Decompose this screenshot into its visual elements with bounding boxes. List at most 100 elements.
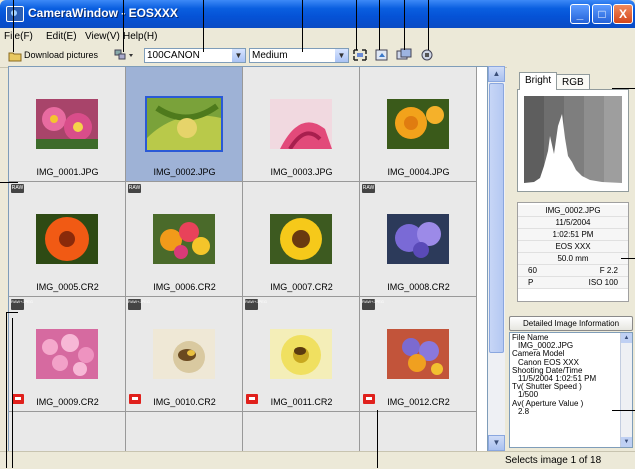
thumbnail-image bbox=[270, 214, 332, 264]
thumbnail-image bbox=[153, 214, 215, 264]
thumbnail-filename: IMG_0009.CR2 bbox=[36, 397, 99, 407]
thumbnail-cell[interactable] bbox=[9, 412, 126, 452]
thumbnail-filename: IMG_0007.CR2 bbox=[270, 282, 333, 292]
callout-line bbox=[12, 318, 13, 468]
callout-line bbox=[612, 410, 635, 411]
thumbnail-cell[interactable]: RAW IMG_0008.CR2 bbox=[360, 182, 477, 297]
raw-jpeg-badge: RAW+JPEG bbox=[11, 299, 33, 310]
info-shutter: 60 bbox=[528, 266, 537, 275]
callout-line bbox=[621, 258, 635, 259]
thumbnail-cell[interactable]: IMG_0007.CR2 bbox=[243, 182, 360, 297]
thumbnail-size-value: Medium bbox=[252, 50, 288, 61]
maximize-button[interactable]: □ bbox=[592, 4, 612, 24]
info-mode-row: P ISO 100 bbox=[518, 277, 628, 289]
tab-rgb[interactable]: RGB bbox=[556, 74, 590, 90]
menu-file[interactable]: File(F) bbox=[4, 31, 33, 42]
download-pictures-label: Download pictures bbox=[24, 50, 99, 60]
info-aperture: F 2.2 bbox=[599, 266, 618, 275]
thumbnail-size-select[interactable]: Medium ▼ bbox=[249, 48, 349, 63]
detailed-info-button[interactable]: Detailed Image Information bbox=[509, 316, 633, 331]
camerawindow: CameraWindow - EOSXXX _ □ X File(F) Edit… bbox=[0, 0, 635, 469]
info-panel: Bright RGB IMG_0002.JPG 11/5/2004 1:02:5… bbox=[507, 66, 635, 451]
callout-line bbox=[13, 0, 14, 52]
slideshow-button[interactable] bbox=[396, 48, 413, 64]
thumbnail-image bbox=[36, 329, 98, 379]
thumbnail-filename: IMG_0011.CR2 bbox=[270, 397, 333, 407]
camera-app-icon bbox=[6, 6, 24, 22]
callout-line bbox=[612, 88, 635, 89]
tab-bright[interactable]: Bright bbox=[519, 72, 558, 90]
info-filename: IMG_0002.JPG bbox=[518, 205, 628, 217]
protect-button[interactable] bbox=[420, 48, 437, 64]
window-title: CameraWindow - EOSXXX bbox=[28, 6, 178, 20]
histogram-box bbox=[517, 89, 629, 192]
info-camera: EOS XXX bbox=[518, 241, 628, 253]
minimize-button[interactable]: _ bbox=[570, 4, 590, 24]
thumbnail-image bbox=[153, 329, 215, 379]
thumbnail-cell[interactable]: RAW+JPEG IMG_0011.CR2 bbox=[243, 297, 360, 412]
download-folder-icon bbox=[8, 52, 22, 62]
thumbnail-image bbox=[387, 99, 449, 149]
raw-jpeg-badge: RAW+JPEG bbox=[128, 299, 150, 310]
thumbnail-cell[interactable] bbox=[243, 412, 360, 452]
toolbar: Download pictures 100CANON ▼ Medium ▼ bbox=[0, 45, 635, 68]
menu-edit[interactable]: Edit(E) bbox=[46, 31, 77, 42]
scroll-down-icon[interactable]: ▼ bbox=[488, 435, 505, 451]
info-exposure-row: 60 F 2.2 bbox=[518, 265, 628, 277]
folder-select[interactable]: 100CANON ▼ bbox=[144, 48, 246, 63]
detailed-info-lines: File Name IMG_0002.JPG Camera Model Canon E… bbox=[512, 333, 620, 416]
raw-badge: RAW bbox=[11, 184, 24, 193]
info-time: 1:02:51 PM bbox=[518, 229, 628, 241]
thumbnail-cell[interactable] bbox=[126, 412, 243, 452]
thumbnail-filename: IMG_0005.CR2 bbox=[36, 282, 99, 292]
scroll-up-icon[interactable]: ▲ bbox=[621, 333, 632, 343]
thumbnail-grid[interactable]: IMG_0001.JPG IMG_0002.JPG IMG_0003.JPG I… bbox=[8, 66, 488, 453]
thumbnail-cell[interactable]: IMG_0001.JPG bbox=[9, 67, 126, 182]
scroll-up-icon[interactable]: ▲ bbox=[488, 66, 505, 82]
menu-help[interactable]: Help(H) bbox=[123, 31, 157, 42]
thumbnail-cell[interactable]: RAW IMG_0005.CR2 bbox=[9, 182, 126, 297]
title-bar[interactable]: CameraWindow - EOSXXX _ □ X bbox=[0, 0, 635, 28]
grid-scrollbar[interactable]: ▲ ▼ bbox=[488, 66, 505, 451]
thumbnail-cell[interactable]: RAW IMG_0006.CR2 bbox=[126, 182, 243, 297]
download-pictures-button[interactable]: Download pictures bbox=[6, 48, 104, 64]
thumbnail-image bbox=[387, 214, 449, 264]
thumbnail-image bbox=[145, 96, 223, 152]
thumbnail-image bbox=[36, 99, 98, 149]
thumbnail-filename: IMG_0012.CR2 bbox=[387, 397, 450, 407]
lock-icon bbox=[421, 49, 433, 61]
menu-bar: File(F) Edit(E) View(V) Help(H) bbox=[0, 28, 635, 45]
raw-jpeg-badge: RAW+JPEG bbox=[362, 299, 384, 310]
callout-line bbox=[377, 410, 378, 468]
thumbnail-cell[interactable]: IMG_0003.JPG bbox=[243, 67, 360, 182]
thumbnail-filename: IMG_0010.CR2 bbox=[153, 397, 216, 407]
detail-line: 2.8 bbox=[518, 406, 530, 416]
thumbnail-cell[interactable]: RAW+JPEG IMG_0010.CR2 bbox=[126, 297, 243, 412]
detail-scrollbar[interactable]: ▲ ▼ bbox=[620, 333, 632, 447]
scroll-down-icon[interactable]: ▼ bbox=[621, 437, 632, 447]
status-bar: Selects image 1 of 18 bbox=[0, 451, 635, 469]
info-mode: P bbox=[528, 278, 534, 287]
detailed-info-box[interactable]: File Name IMG_0002.JPG Camera Model Canon E… bbox=[509, 332, 633, 448]
thumbnail-cell-selected[interactable]: IMG_0002.JPG bbox=[126, 67, 243, 182]
menu-view[interactable]: View(V) bbox=[85, 31, 120, 42]
rotate-button[interactable] bbox=[374, 48, 391, 64]
raw-jpeg-badge: RAW+JPEG bbox=[245, 299, 267, 310]
callout-line bbox=[203, 0, 204, 52]
thumbnail-filename: IMG_0001.JPG bbox=[36, 167, 99, 177]
thumbnail-filename: IMG_0008.CR2 bbox=[387, 282, 450, 292]
folder-select-value: 100CANON bbox=[147, 50, 200, 61]
raw-badge: RAW bbox=[362, 184, 375, 193]
fit-view-button[interactable] bbox=[352, 48, 369, 64]
thumbnail-cell[interactable]: RAW+JPEG IMG_0012.CR2 bbox=[360, 297, 477, 412]
raw-badge: RAW bbox=[128, 184, 141, 193]
thumbnail-cell[interactable]: IMG_0004.JPG bbox=[360, 67, 477, 182]
scrollbar-thumb[interactable] bbox=[489, 83, 504, 353]
histogram bbox=[524, 96, 622, 183]
thumbnail-cell[interactable]: RAW+JPEG IMG_0009.CR2 bbox=[9, 297, 126, 412]
thumbnail-filename: IMG_0004.JPG bbox=[387, 167, 450, 177]
status-text: Selects image 1 of 18 bbox=[505, 455, 602, 466]
thumbnail-image bbox=[270, 99, 332, 149]
expand-arrows-icon bbox=[353, 49, 367, 61]
close-button[interactable]: X bbox=[613, 4, 633, 24]
